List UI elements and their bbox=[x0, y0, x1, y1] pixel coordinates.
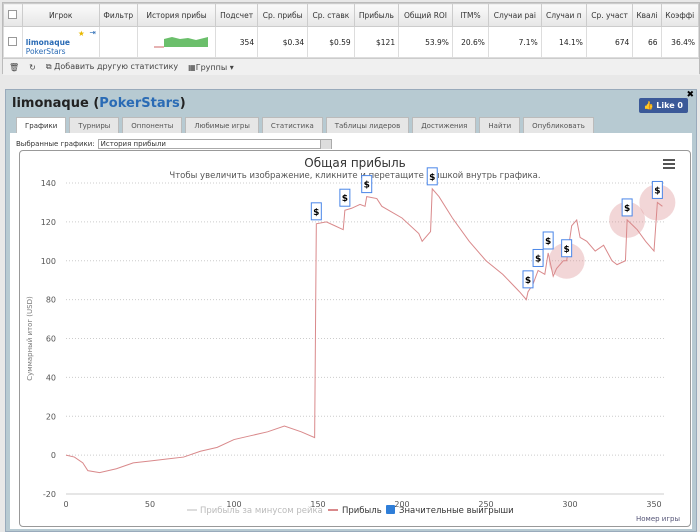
x-axis-label: Номер игры bbox=[636, 515, 680, 523]
tab[interactable]: Графики bbox=[16, 117, 67, 134]
legend-bigwins: Значительные выигрыши bbox=[399, 506, 514, 516]
y-tick-label: 40 bbox=[46, 373, 56, 382]
like-button[interactable]: 👍 Like 0 bbox=[638, 98, 688, 113]
player-link[interactable]: limonaque bbox=[26, 38, 70, 47]
menu-icon[interactable] bbox=[663, 159, 675, 169]
y-tick-label: -20 bbox=[43, 490, 56, 499]
stat-cell: 53.9% bbox=[398, 26, 453, 58]
stat-cell: 66 bbox=[632, 26, 662, 58]
column-header[interactable]: ITM% bbox=[451, 3, 489, 27]
tab[interactable]: Таблицы лидеров bbox=[325, 117, 410, 134]
x-tick-label: 300 bbox=[562, 500, 577, 509]
big-win-flag-label: $ bbox=[364, 181, 370, 191]
column-header[interactable]: История прибы bbox=[136, 3, 217, 27]
big-win-flag-label: $ bbox=[342, 194, 348, 204]
player-name: limonaque bbox=[12, 96, 89, 111]
stat-cell: $0.34 bbox=[257, 26, 309, 58]
table-footer: 🗑 ↻ ⧉ Добавить другую статистику ▦Группы … bbox=[3, 58, 699, 75]
panel-title: limonaque (PokerStars) bbox=[12, 96, 186, 111]
profit-chart[interactable]: Общая прибыль Чтобы увеличить изображение… bbox=[19, 150, 691, 527]
column-header[interactable]: Прибыль bbox=[353, 3, 400, 27]
filter-cell bbox=[98, 26, 138, 58]
site-name[interactable]: PokerStars bbox=[99, 96, 179, 111]
big-win-flag-label: $ bbox=[654, 186, 660, 196]
legend-profit: Прибыль bbox=[342, 506, 382, 516]
tab[interactable]: Оппоненты bbox=[122, 117, 183, 134]
column-header[interactable]: Общий ROI bbox=[398, 3, 453, 27]
stat-cell: $121 bbox=[353, 26, 400, 58]
big-win-flag-label: $ bbox=[535, 254, 541, 264]
groups-button[interactable]: ▦Группы ▾ bbox=[188, 63, 234, 72]
column-header[interactable]: Случаи п bbox=[540, 3, 587, 27]
stat-cell: 36.4% bbox=[660, 26, 700, 58]
refresh-icon[interactable]: ↻ bbox=[29, 63, 36, 72]
add-stat-label: Добавить другую статистику bbox=[54, 62, 179, 71]
stats-table: Игрок Фильтр История прибы Подсчет Ср. прибы… bbox=[3, 3, 700, 58]
dropdown-icon[interactable] bbox=[319, 140, 331, 149]
stat-cell: 354 bbox=[215, 26, 259, 58]
column-header[interactable]: Ср. участ bbox=[585, 3, 634, 27]
chart-title: Общая прибыль bbox=[304, 156, 405, 170]
column-header[interactable]: Квалі bbox=[632, 3, 662, 27]
select-all-checkbox[interactable] bbox=[3, 3, 23, 27]
column-header[interactable]: Фильтр bbox=[98, 3, 138, 27]
column-header[interactable]: Случаи раі bbox=[487, 3, 542, 27]
big-win-flag-label: $ bbox=[564, 245, 570, 255]
legend-rakeless: Прибыль за минусом рейка bbox=[200, 506, 323, 516]
y-axis-label: Суммарный итог (USD) bbox=[26, 296, 34, 381]
x-tick-label: 350 bbox=[646, 500, 661, 509]
stats-table-panel: Игрок Фильтр История прибы Подсчет Ср. прибы… bbox=[2, 2, 700, 75]
select-value: История прибыли bbox=[100, 140, 166, 148]
chart-select[interactable]: История прибыли bbox=[97, 139, 332, 149]
export-icon[interactable]: ⇥ bbox=[89, 28, 95, 37]
stat-cell: 674 bbox=[585, 26, 634, 58]
y-tick-label: 80 bbox=[46, 296, 56, 305]
add-stat-button[interactable]: ⧉ Добавить другую статистику bbox=[46, 62, 178, 72]
y-tick-label: 60 bbox=[46, 335, 56, 344]
y-tick-label: 100 bbox=[41, 257, 56, 266]
x-tick-label: 0 bbox=[63, 500, 68, 509]
tab[interactable]: Турниры bbox=[69, 117, 120, 134]
legend-bigwins-swatch bbox=[386, 505, 395, 514]
column-header[interactable]: Подсчет bbox=[215, 3, 259, 27]
row-checkbox[interactable] bbox=[3, 26, 23, 58]
tab-bar: Графики Турниры Оппоненты Любимые игры Стати… bbox=[16, 117, 594, 134]
big-win-flag-label: $ bbox=[313, 208, 319, 218]
profit-sparkline bbox=[136, 26, 217, 58]
big-win-flag-label: $ bbox=[429, 173, 435, 183]
column-header[interactable]: Ср. ставк bbox=[307, 3, 355, 27]
tab[interactable]: Статистика bbox=[261, 117, 323, 134]
award-icon: ★ bbox=[77, 29, 85, 38]
like-label: Like 0 bbox=[656, 101, 683, 110]
player-panel: limonaque (PokerStars) ✖ 👍 Like 0 График… bbox=[5, 89, 697, 532]
tab-content: Выбранные графики: История прибыли Общая … bbox=[10, 133, 692, 529]
big-win-flag-label: $ bbox=[525, 276, 531, 286]
tab[interactable]: Достижения bbox=[412, 117, 477, 134]
column-header[interactable]: Игрок bbox=[21, 3, 100, 27]
chart-subtitle: Чтобы увеличить изображение, кликните и … bbox=[169, 171, 540, 181]
stat-cell: $0.59 bbox=[307, 26, 355, 58]
y-tick-label: 140 bbox=[41, 179, 56, 188]
y-tick-label: 0 bbox=[51, 451, 56, 460]
column-header[interactable]: Коэффі bbox=[660, 3, 700, 27]
profit-line bbox=[65, 187, 663, 474]
tab[interactable]: Найти bbox=[479, 117, 521, 134]
chart-selector: Выбранные графики: История прибыли bbox=[16, 139, 332, 149]
x-tick-label: 50 bbox=[145, 500, 155, 509]
y-tick-label: 20 bbox=[46, 412, 56, 421]
stat-cell: 20.6% bbox=[451, 26, 489, 58]
stat-cell: 7.1% bbox=[487, 26, 542, 58]
big-win-flag-label: $ bbox=[545, 237, 551, 247]
selector-label: Выбранные графики: bbox=[16, 140, 95, 148]
tab[interactable]: Любимые игры bbox=[185, 117, 259, 134]
big-win-flag-label: $ bbox=[624, 204, 630, 214]
tab[interactable]: Опубликовать bbox=[523, 117, 594, 134]
trash-icon[interactable]: 🗑 bbox=[9, 63, 19, 72]
y-tick-label: 120 bbox=[41, 218, 56, 227]
groups-label: Группы bbox=[195, 62, 228, 72]
stat-cell: 14.1% bbox=[540, 26, 587, 58]
column-header[interactable]: Ср. прибы bbox=[257, 3, 309, 27]
site-link[interactable]: PokerStars bbox=[26, 47, 66, 56]
